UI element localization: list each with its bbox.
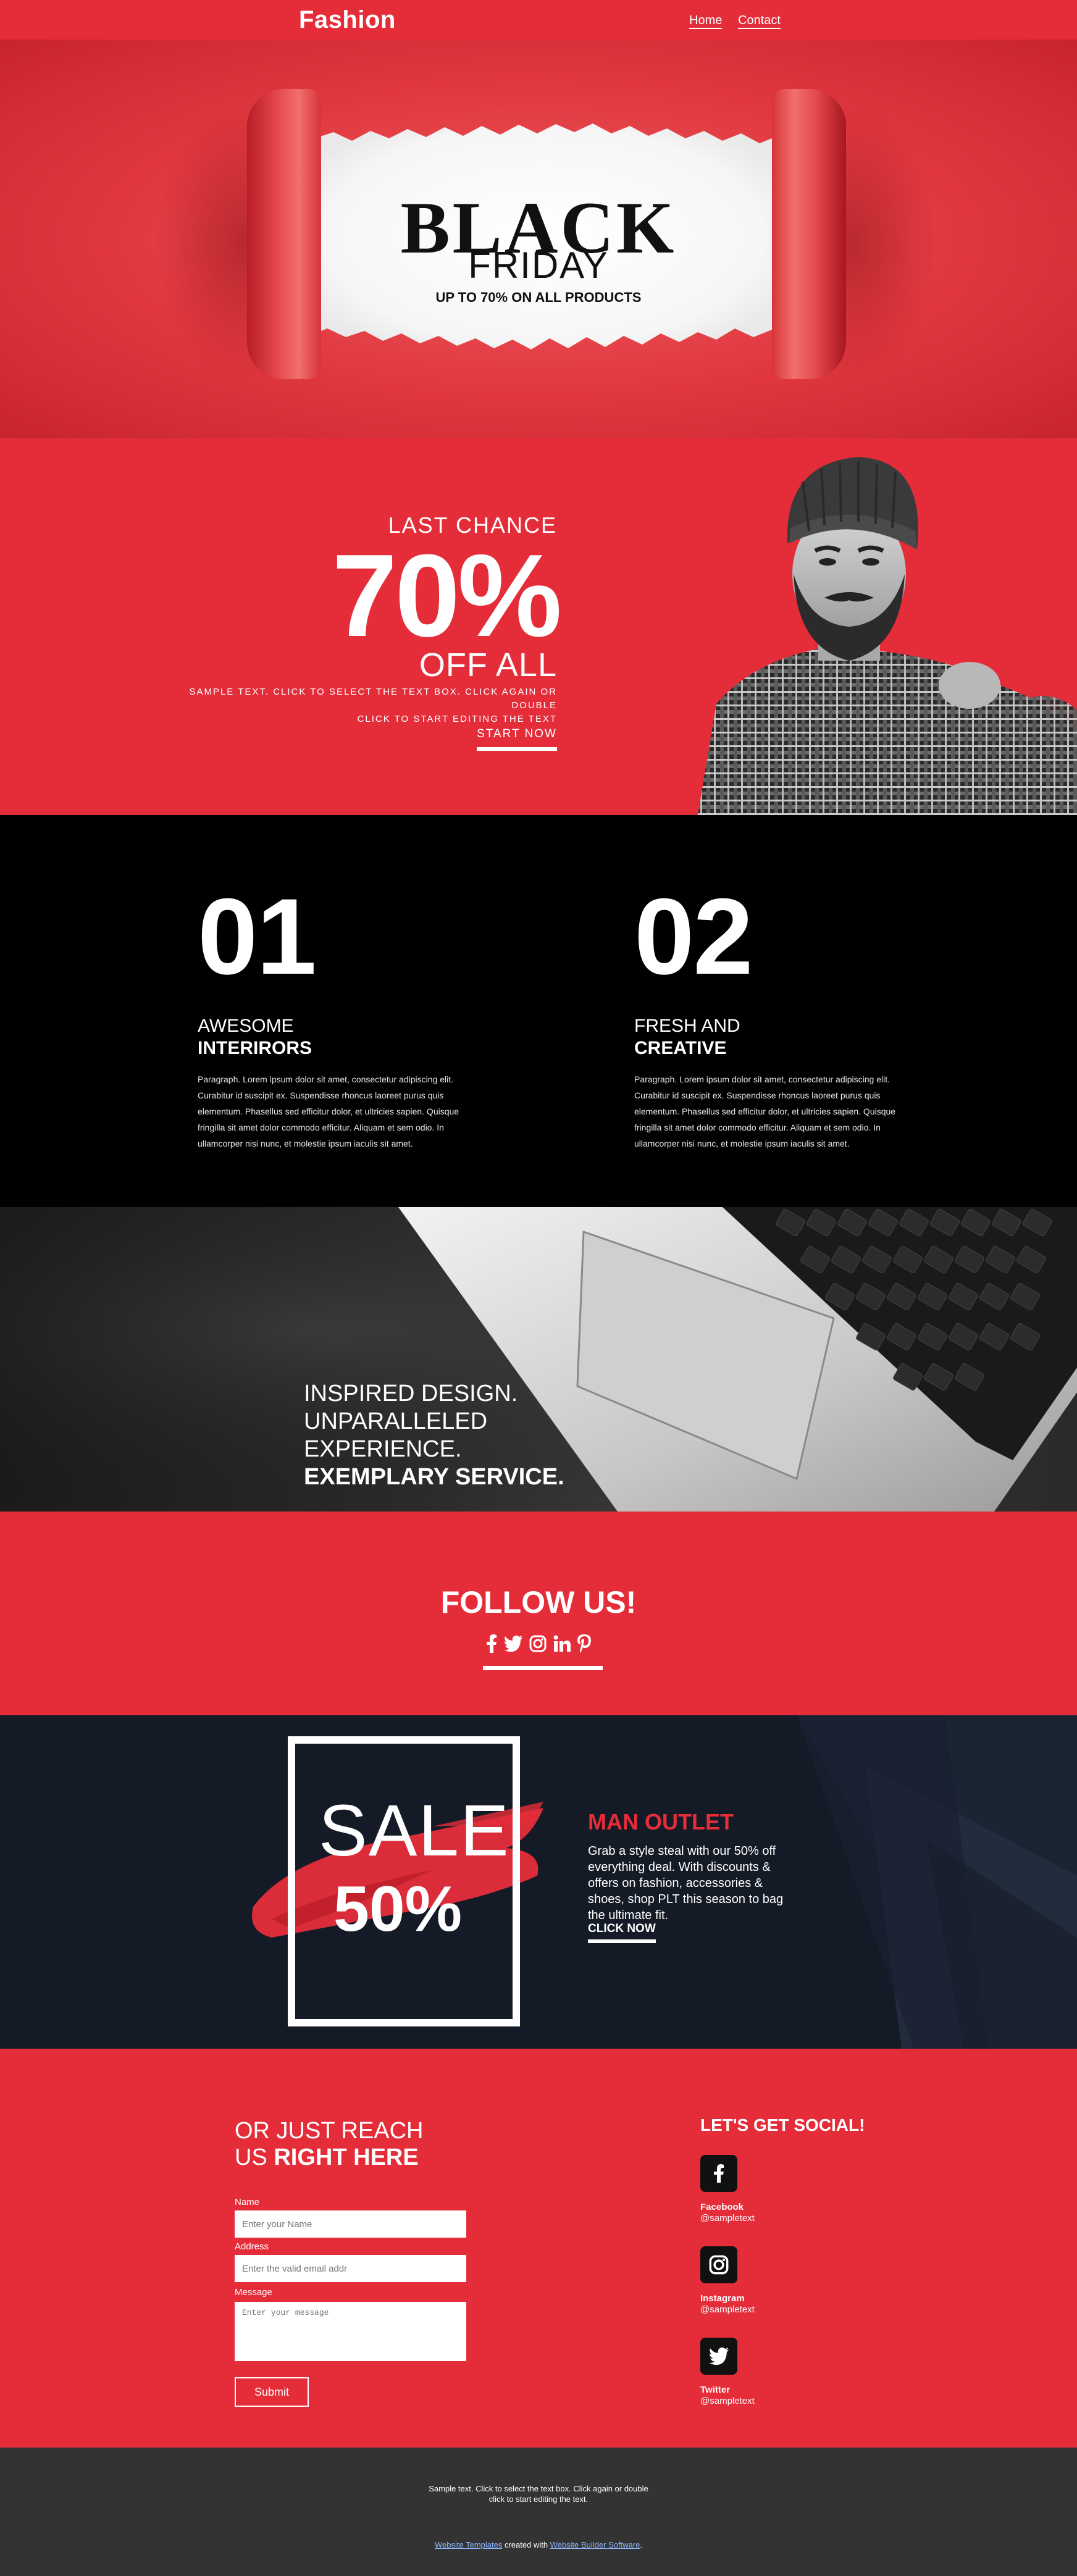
- promo-percent: 70%: [332, 530, 562, 661]
- promo-description: SAMPLE TEXT. CLICK TO SELECT THE TEXT BO…: [149, 685, 557, 726]
- sale-word: SALE: [319, 1790, 510, 1871]
- sale-section: SALE 50% MAN OUTLET Grab a style steal w…: [0, 1715, 1077, 2049]
- feature-card-1: 01 AWESOME INTERIRORS Paragraph. Lorem i…: [198, 883, 469, 1152]
- facebook-icon[interactable]: [486, 1634, 497, 1653]
- contact-heading-plain: US: [235, 2144, 274, 2170]
- footer-credit-end: .: [640, 2540, 643, 2549]
- name-input[interactable]: [235, 2210, 466, 2238]
- follow-underline: [483, 1666, 603, 1670]
- name-label: Name: [235, 2197, 260, 2207]
- message-textarea[interactable]: [235, 2302, 466, 2361]
- footer-text-line2: click to start editing the text.: [488, 2494, 589, 2504]
- inspired-section: INSPIRED DESIGN. UNPARALLELED EXPERIENCE…: [0, 1207, 1077, 1512]
- model-photo: [698, 457, 1077, 815]
- twitter-icon[interactable]: [504, 1636, 522, 1652]
- instagram-handle: @sampletext: [700, 2304, 755, 2315]
- sale-background: [252, 1715, 1077, 2049]
- social-title: LET'S GET SOCIAL!: [700, 2115, 865, 2135]
- email-label: Address: [235, 2241, 269, 2252]
- inspired-line-2: UNPARALLELED: [304, 1408, 488, 1434]
- sale-title: MAN OUTLET: [588, 1809, 734, 1834]
- feature-title-line2: CREATIVE: [634, 1038, 727, 1058]
- twitter-handle: @sampletext: [700, 2396, 755, 2406]
- feature-title-line1: FRESH AND: [634, 1016, 740, 1036]
- inspired-line-4: EXEMPLARY SERVICE.: [304, 1464, 564, 1490]
- nav-home-link[interactable]: Home: [689, 14, 722, 28]
- facebook-handle: @sampletext: [700, 2213, 755, 2223]
- click-now-button[interactable]: CLICK NOW: [588, 1922, 656, 1943]
- email-input[interactable]: [235, 2255, 466, 2282]
- follow-section: FOLLOW US!: [0, 1512, 1077, 1715]
- follow-icon-row: [486, 1633, 591, 1655]
- feature-card-2: 02 FRESH AND CREATIVE Paragraph. Lorem i…: [634, 883, 906, 1152]
- twitter-name: Twitter: [700, 2385, 731, 2395]
- feature-title-line2: INTERIRORS: [198, 1038, 312, 1058]
- follow-title: FOLLOW US!: [440, 1585, 637, 1620]
- hero-tagline: UP TO 70% ON ALL PRODUCTS: [435, 290, 642, 305]
- instagram-icon[interactable]: [529, 1635, 547, 1652]
- site-footer: Sample text. Click to select the text bo…: [0, 2448, 1077, 2576]
- feature-paragraph: Paragraph. Lorem ipsum dolor sit amet, c…: [198, 1074, 459, 1148]
- feature-title-line1: AWESOME: [198, 1016, 294, 1036]
- contact-heading-line2: US RIGHT HERE: [235, 2144, 419, 2171]
- site-header: Fashion Home Contact: [0, 0, 1077, 40]
- promo-off-all: OFF ALL: [419, 646, 557, 684]
- feature-paragraph: Paragraph. Lorem ipsum dolor sit amet, c…: [634, 1074, 896, 1148]
- submit-button[interactable]: Submit: [235, 2377, 309, 2407]
- contact-heading-line1: OR JUST REACH: [235, 2118, 424, 2144]
- contact-heading-bold: RIGHT HERE: [274, 2144, 419, 2170]
- feature-number: 01: [198, 877, 317, 997]
- sale-percent: 50%: [333, 1873, 463, 1945]
- message-label: Message: [235, 2287, 272, 2298]
- twitter-icon[interactable]: [700, 2338, 737, 2375]
- inspired-line-1: INSPIRED DESIGN.: [304, 1381, 518, 1407]
- linkedin-icon[interactable]: [553, 1635, 571, 1652]
- contact-section: OR JUST REACH US RIGHT HERE Name Address…: [0, 2049, 1077, 2448]
- nav-contact-link[interactable]: Contact: [738, 14, 781, 28]
- footer-credit-mid: created with: [502, 2540, 550, 2549]
- sale-description: Grab a style steal with our 50% off ever…: [588, 1844, 784, 1922]
- feature-number: 02: [634, 877, 753, 997]
- hero-subtitle: FRIDAY: [468, 245, 609, 286]
- facebook-name: Facebook: [700, 2202, 744, 2212]
- instagram-name: Instagram: [700, 2293, 745, 2304]
- footer-text-line1: Sample text. Click to select the text bo…: [429, 2484, 648, 2493]
- promo-section: LAST CHANCE 70% OFF ALL SAMPLE TEXT. CLI…: [0, 438, 1077, 815]
- promo-text-line2: CLICK TO START EDITING THE TEXT: [357, 714, 557, 724]
- instagram-icon[interactable]: [700, 2246, 737, 2283]
- footer-credit: Website Templates created with Website B…: [0, 2540, 1077, 2549]
- facebook-icon[interactable]: [700, 2155, 737, 2192]
- website-builder-link[interactable]: Website Builder Software: [550, 2540, 640, 2549]
- site-logo[interactable]: Fashion: [299, 6, 396, 34]
- promo-text-line1: SAMPLE TEXT. CLICK TO SELECT THE TEXT BO…: [189, 687, 557, 711]
- footer-text: Sample text. Click to select the text bo…: [0, 2483, 1077, 2504]
- features-section: 01 AWESOME INTERIRORS Paragraph. Lorem i…: [0, 815, 1077, 1207]
- website-templates-link[interactable]: Website Templates: [435, 2540, 502, 2549]
- start-now-button[interactable]: START NOW: [477, 727, 557, 751]
- inspired-line-3: EXPERIENCE.: [304, 1436, 462, 1462]
- hero-banner: BLACK FRIDAY UP TO 70% ON ALL PRODUCTS: [0, 40, 1077, 438]
- pinterest-icon[interactable]: [577, 1634, 591, 1653]
